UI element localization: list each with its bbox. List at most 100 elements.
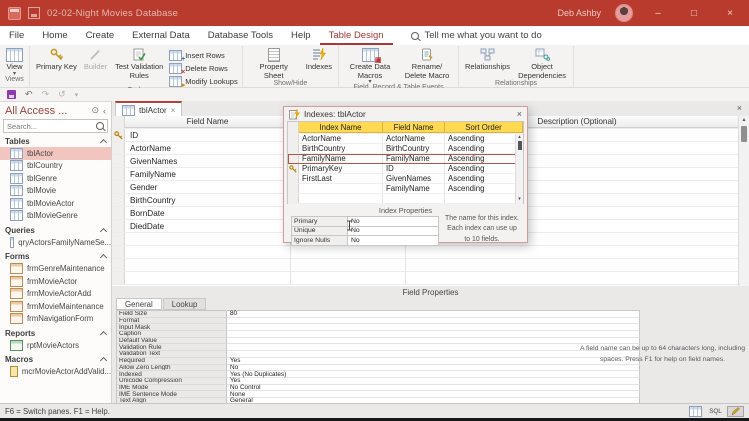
property-row[interactable]: Allow Zero LengthNo [117, 365, 640, 372]
delete-rows-button[interactable]: × Delete Rows [169, 63, 238, 74]
nav-group-forms[interactable]: Forms [0, 251, 111, 263]
index-property-row[interactable]: Ignore Nulls No [291, 236, 439, 246]
nav-item-frmgenremaintenance[interactable]: frmGenreMaintenance [0, 263, 111, 276]
datasheet-view-button[interactable] [687, 406, 704, 417]
index-row[interactable]: FirstLast GivenNames Ascending [288, 174, 523, 184]
save-icon[interactable] [7, 90, 16, 99]
close-button[interactable]: × [719, 8, 741, 19]
property-row[interactable]: IME Sentence ModeNone [117, 391, 640, 398]
row-selector[interactable] [288, 154, 299, 163]
vertical-scrollbar[interactable]: ▴ [738, 116, 749, 286]
scrollbar-thumb[interactable] [741, 126, 747, 142]
view-button[interactable]: View ▾ [4, 47, 25, 76]
primary-key-button[interactable]: Primary Key [34, 47, 79, 72]
undo-icon[interactable]: ↶ [25, 89, 33, 100]
avatar[interactable] [615, 4, 633, 22]
tab-external-data[interactable]: External Data [123, 26, 199, 45]
dialog-titlebar[interactable]: Indexes: tblActor × [284, 107, 527, 121]
property-row[interactable]: IME ModeNo Control [117, 385, 640, 392]
design-grid-row-empty[interactable] [112, 259, 749, 272]
nav-item-tblmovie[interactable]: tblMovie [0, 185, 111, 198]
nav-item-rptmovieactors[interactable]: rptMovieActors [0, 339, 111, 352]
indexes-button[interactable]: Indexes [304, 47, 334, 72]
row-selector[interactable] [112, 194, 125, 206]
index-property-row[interactable]: Unique No [291, 227, 439, 237]
property-row[interactable]: Caption [117, 331, 640, 338]
close-tab-icon[interactable]: × [171, 106, 176, 115]
row-selector[interactable] [288, 144, 299, 153]
relationships-button[interactable]: Relationships [463, 47, 512, 72]
nav-item-tblcountry[interactable]: tblCountry [0, 160, 111, 173]
nav-item-frmnavigationform[interactable]: frmNavigationForm [0, 313, 111, 326]
tab-file[interactable]: File [0, 26, 33, 45]
create-data-macros-button[interactable]: ▣ Create Data Macros ▾ [343, 47, 397, 84]
shutter-bar-close-icon[interactable]: ‹ [103, 106, 106, 116]
customize-qat-icon[interactable]: ▾ [75, 91, 79, 99]
design-grid-row-empty[interactable] [112, 272, 749, 285]
nav-item-tblgenre[interactable]: tblGenre [0, 172, 111, 185]
nav-group-tables[interactable]: Tables [0, 135, 111, 147]
minimize-button[interactable]: – [647, 8, 669, 19]
row-selector[interactable] [112, 181, 125, 193]
sql-view-button[interactable]: SQL [707, 406, 724, 417]
row-selector[interactable] [112, 207, 125, 219]
test-validation-rules-button[interactable]: Test Validation Rules [112, 47, 166, 80]
tell-me-search[interactable]: Tell me what you want to do [411, 26, 542, 45]
index-row[interactable]: FamilyName Ascending [288, 184, 523, 194]
tab-home[interactable]: Home [33, 26, 76, 45]
column-header-sort-order[interactable]: Sort Order [445, 122, 523, 133]
indexes-dialog[interactable]: Indexes: tblActor × Index Name Field Nam… [283, 106, 528, 243]
tab-database-tools[interactable]: Database Tools [199, 26, 282, 45]
index-row-empty[interactable] [288, 194, 523, 204]
property-sheet-button[interactable]: Property Sheet [247, 47, 301, 80]
scroll-up-icon[interactable]: ▴ [739, 116, 749, 125]
index-row[interactable]: ActorName ActorName Ascending [288, 134, 523, 144]
rename-delete-macro-button[interactable]: Rename/ Delete Macro [400, 47, 454, 80]
document-tab-tblactor[interactable]: tblActor × [115, 101, 182, 117]
scroll-up-icon[interactable]: ▴ [516, 134, 523, 141]
index-row[interactable]: PrimaryKey ID Ascending [288, 164, 523, 174]
tab-general[interactable]: General [116, 298, 162, 310]
property-row[interactable]: IndexedYes (No Duplicates) [117, 371, 640, 378]
insert-rows-button[interactable]: + Insert Rows [169, 50, 238, 61]
nav-item-tblmoviegenre[interactable]: tblMovieGenre [0, 210, 111, 223]
column-header-field-name[interactable]: Field Name [125, 116, 291, 128]
column-header-index-name[interactable]: Index Name [299, 122, 383, 133]
column-header-field-name[interactable]: Field Name [383, 122, 445, 133]
nav-item-tblactor[interactable]: tblActor [0, 147, 111, 160]
nav-group-queries[interactable]: Queries [0, 224, 111, 236]
row-selector[interactable] [112, 168, 125, 180]
property-row[interactable]: Validation Text [117, 351, 640, 358]
nav-item-tblmovieactor[interactable]: tblMovieActor [0, 197, 111, 210]
nav-group-reports[interactable]: Reports [0, 327, 111, 339]
property-row[interactable]: Default Value [117, 338, 640, 345]
tab-table-design[interactable]: Table Design [320, 26, 393, 45]
row-selector[interactable] [112, 142, 125, 154]
tab-help[interactable]: Help [282, 26, 320, 45]
row-selector[interactable] [112, 155, 125, 167]
index-property-row[interactable]: Primary No [291, 217, 439, 227]
nav-group-macros[interactable]: Macros [0, 354, 111, 366]
modify-lookups-button[interactable]: ▸ Modify Lookups [169, 76, 238, 87]
row-selector[interactable] [288, 134, 299, 143]
nav-item-macro[interactable]: mcrMovieActorAddValid... [0, 366, 111, 379]
account-name[interactable]: Deb Ashby [557, 8, 601, 18]
design-view-button[interactable] [727, 406, 744, 417]
nav-item-query[interactable]: qryActorsFamilyNameSe... [0, 236, 111, 249]
property-row[interactable]: Input Mask [117, 324, 640, 331]
scrollbar-thumb[interactable] [518, 141, 522, 150]
property-row[interactable]: RequiredYes [117, 358, 640, 365]
index-row[interactable]: BirthCountry BirthCountry Ascending [288, 144, 523, 154]
tab-create[interactable]: Create [77, 26, 124, 45]
index-row-selected[interactable]: FamilyName FamilyName Ascending [288, 154, 523, 164]
nav-menu-icon[interactable]: ⊙ [91, 105, 99, 116]
property-row[interactable]: Format [117, 318, 640, 325]
nav-item-frmmovieactoradd[interactable]: frmMovieActorAdd [0, 288, 111, 301]
close-dialog-icon[interactable]: × [517, 109, 522, 119]
close-document-icon[interactable]: × [737, 103, 742, 113]
design-grid-row-empty[interactable] [112, 246, 749, 259]
nav-item-frmmovieactor[interactable]: frmMovieActor [0, 275, 111, 288]
titlebar-save-icon[interactable] [28, 7, 40, 19]
row-selector[interactable] [288, 164, 299, 173]
property-row[interactable]: Unicode CompressionYes [117, 378, 640, 385]
